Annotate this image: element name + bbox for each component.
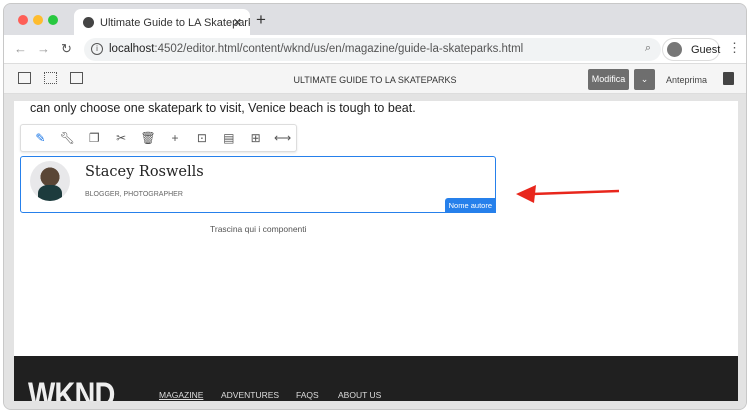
editor-toolbar: ULTIMATE GUIDE TO LA SKATEPARKS Modifica…: [4, 64, 746, 94]
red-arrow-icon: [516, 185, 620, 203]
author-component[interactable]: Stacey Roswells BLOGGER, PHOTOGRAPHER No…: [20, 156, 496, 213]
url-path: :4502/editor.html/content/wknd/us/en/mag…: [154, 43, 524, 55]
author-avatar: [30, 161, 70, 201]
close-tab-icon[interactable]: ✕: [233, 16, 242, 29]
annotations-icon[interactable]: [723, 72, 734, 85]
author-name: Stacey Roswells: [85, 164, 204, 180]
drop-zone[interactable]: Trascina qui i componenti: [210, 224, 307, 234]
nav-magazine[interactable]: MAGAZINE: [159, 390, 203, 400]
globe-icon: [83, 17, 94, 28]
preview-button[interactable]: Anteprima: [666, 75, 707, 85]
back-icon[interactable]: ←: [14, 41, 27, 56]
maximize-window-button[interactable]: [48, 15, 58, 25]
edit-mode-button[interactable]: Modifica: [588, 69, 629, 90]
parent-icon[interactable]: ▤: [215, 131, 242, 145]
configure-icon[interactable]: 🔧︎: [54, 131, 81, 145]
mode-dropdown-button[interactable]: ⌄: [634, 69, 655, 90]
tab-title: Ultimate Guide to LA Skateparks: [100, 17, 250, 29]
address-bar-row: ← → ↻ i localhost:4502/editor.html/conte…: [4, 35, 746, 64]
nav-about-us[interactable]: ABOUT US: [338, 390, 381, 400]
author-role: BLOGGER, PHOTOGRAPHER: [85, 191, 183, 198]
zoom-icon[interactable]: ⌕: [645, 42, 651, 55]
url-host: localhost: [109, 43, 155, 55]
wknd-logo[interactable]: WKND: [28, 376, 115, 401]
url-input[interactable]: i localhost:4502/editor.html/content/wkn…: [84, 38, 661, 61]
layout-icon[interactable]: ⊞: [242, 131, 269, 145]
site-footer: WKND MAGAZINE ADVENTURES FAQS ABOUT US: [14, 356, 738, 401]
reload-icon[interactable]: ↻: [61, 41, 72, 57]
nav-faqs[interactable]: FAQS: [296, 390, 319, 400]
resize-icon[interactable]: ⟷: [269, 131, 296, 145]
insert-icon[interactable]: +: [162, 131, 189, 145]
minimize-window-button[interactable]: [33, 15, 43, 25]
group-icon[interactable]: ⊡: [188, 131, 215, 145]
component-label: Nome autore: [444, 198, 496, 213]
info-icon[interactable]: i: [91, 43, 103, 55]
copy-icon[interactable]: ❐: [81, 131, 108, 145]
tab-bar: Ultimate Guide to LA Skateparks ✕ +: [4, 4, 746, 36]
component-toolbar: ✎ 🔧︎ ❐ ✂ 🗑︎ + ⊡ ▤ ⊞ ⟷: [20, 124, 297, 152]
forward-icon[interactable]: →: [37, 41, 50, 56]
profile-label: Guest: [691, 44, 721, 56]
delete-icon[interactable]: 🗑︎: [135, 131, 162, 145]
article-paragraph: can only choose one skatepark to visit, …: [30, 101, 416, 115]
nav-adventures[interactable]: ADVENTURES: [221, 390, 279, 400]
close-window-button[interactable]: [18, 15, 28, 25]
avatar-icon: [667, 42, 682, 57]
cut-icon[interactable]: ✂: [108, 131, 135, 145]
profile-button[interactable]: Guest: [662, 38, 720, 61]
browser-tab[interactable]: Ultimate Guide to LA Skateparks ✕: [74, 9, 250, 36]
page-content: can only choose one skatepark to visit, …: [14, 101, 738, 401]
new-tab-button[interactable]: +: [256, 10, 266, 30]
browser-window: Ultimate Guide to LA Skateparks ✕ + ← → …: [3, 3, 747, 410]
more-menu-icon[interactable]: ⋮: [728, 40, 741, 56]
edit-icon[interactable]: ✎: [27, 131, 54, 145]
